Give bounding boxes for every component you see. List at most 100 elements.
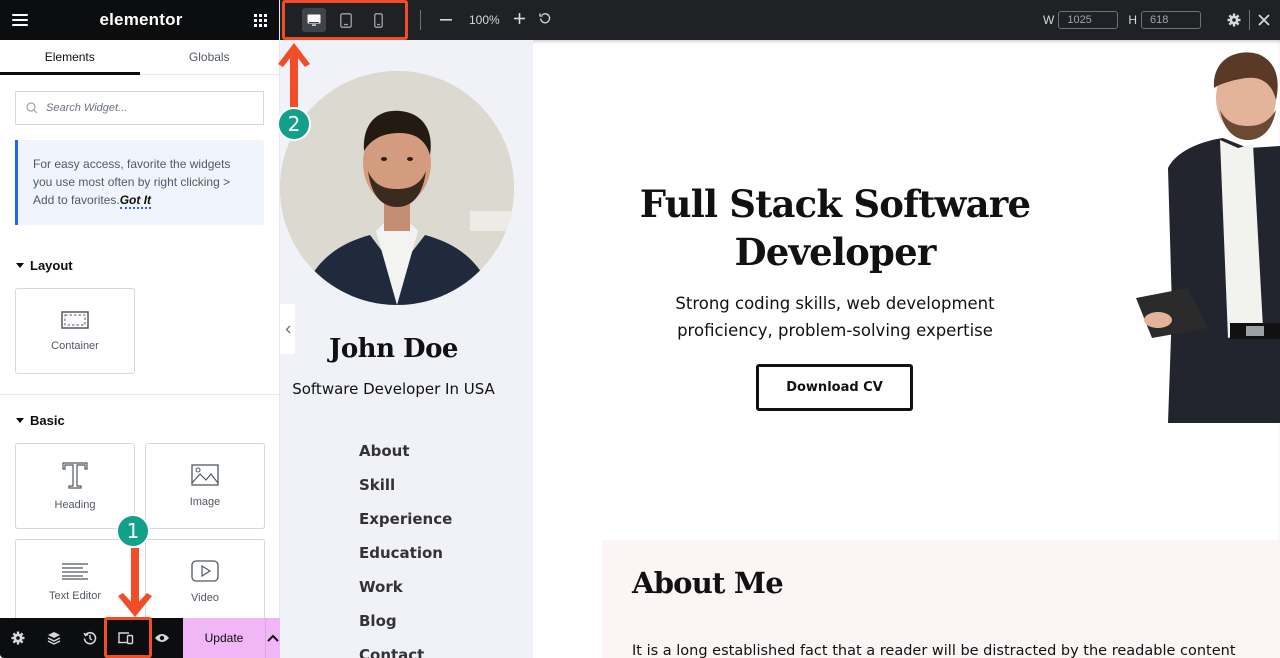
panel-header: elementor — [0, 0, 279, 40]
caret-down-icon — [16, 418, 24, 423]
about-section: About Me It is a long established fact t… — [602, 540, 1280, 658]
panel-tabs: Elements Globals — [0, 40, 279, 75]
height-input[interactable] — [1141, 11, 1201, 29]
about-title: About Me — [632, 566, 784, 600]
apps-grid-icon[interactable] — [254, 13, 267, 27]
layout-section-toggle[interactable]: Layout — [0, 258, 279, 273]
layout-widgets: Container — [0, 288, 279, 374]
device-switcher — [302, 8, 390, 32]
breakpoint-settings-button[interactable] — [1227, 13, 1241, 27]
hero-title: Full Stack Software Developer — [639, 182, 1031, 274]
zoom-level: 100% — [469, 13, 500, 27]
about-text: It is a long established fact that a rea… — [632, 643, 1236, 658]
widget-text-editor[interactable]: Text Editor — [15, 539, 135, 625]
hero-person-image — [1136, 52, 1280, 423]
height-label: H — [1128, 13, 1137, 27]
mobile-icon — [373, 12, 383, 28]
tablet-icon — [340, 12, 352, 28]
video-icon — [191, 560, 219, 582]
widget-container[interactable]: Container — [15, 288, 135, 374]
responsive-toolbar: 100% W H — [280, 0, 1280, 40]
nav-item-skill[interactable]: Skill — [359, 474, 452, 508]
nav-item-work[interactable]: Work — [359, 576, 452, 610]
tab-globals[interactable]: Globals — [140, 40, 280, 74]
widget-video[interactable]: Video — [145, 539, 265, 625]
collapse-panel-button[interactable] — [280, 304, 295, 354]
basic-section-toggle[interactable]: Basic — [0, 395, 279, 428]
hero-subtitle: Strong coding skills, web development pr… — [675, 294, 995, 340]
widget-label: Image — [189, 496, 221, 508]
widget-heading[interactable]: Heading — [15, 443, 135, 529]
elementor-editor: elementor Elements Globals For easy acce… — [0, 0, 1280, 658]
width-label: W — [1043, 13, 1055, 27]
gear-icon — [1227, 13, 1241, 27]
search-icon — [26, 102, 38, 114]
zoom-in-button[interactable] — [513, 11, 525, 29]
nav-item-about[interactable]: About — [359, 440, 452, 474]
reset-icon — [539, 13, 550, 24]
profile-sidebar: John Doe Software Developer In USA About… — [280, 40, 533, 658]
person-portrait-image — [280, 71, 514, 305]
nav-item-experience[interactable]: Experience — [359, 508, 452, 542]
close-responsive-button[interactable] — [1258, 14, 1270, 26]
widget-label: Video — [191, 592, 219, 604]
profile-role: Software Developer In USA — [292, 380, 495, 398]
site-nav: About Skill Experience Education Work Bl… — [359, 440, 452, 658]
settings-button[interactable] — [0, 618, 36, 658]
widget-label: Heading — [54, 499, 96, 511]
search-widget-input[interactable] — [46, 102, 253, 114]
desktop-icon — [307, 14, 321, 26]
zoom-reset-button[interactable] — [539, 11, 551, 29]
preview-icon — [155, 634, 169, 642]
widget-label: Container — [51, 340, 99, 352]
device-tablet-button[interactable] — [334, 8, 358, 32]
device-mobile-button[interactable] — [366, 8, 390, 32]
basic-section-title: Basic — [30, 413, 65, 428]
search-widget-field — [15, 91, 264, 125]
caret-down-icon — [16, 263, 24, 268]
favorites-notice: For easy access, favorite the widgets yo… — [15, 140, 264, 225]
panel-footer: Update — [0, 618, 280, 658]
settings-icon — [11, 631, 25, 645]
save-options-button[interactable] — [266, 618, 280, 658]
chevron-up-icon — [267, 634, 279, 642]
preview-button[interactable] — [144, 618, 180, 658]
chevron-left-icon — [285, 325, 290, 333]
navigator-button[interactable] — [36, 618, 72, 658]
download-cv-button[interactable]: Download CV — [756, 364, 913, 411]
annotation-badge-2: 2 — [277, 107, 311, 141]
toolbar-divider — [1249, 10, 1250, 30]
image-icon — [191, 464, 219, 486]
text-editor-icon — [62, 563, 88, 580]
got-it-link[interactable]: Got It — [119, 193, 152, 209]
close-icon — [1258, 14, 1270, 26]
container-icon — [61, 311, 89, 329]
nav-item-blog[interactable]: Blog — [359, 610, 452, 644]
nav-item-education[interactable]: Education — [359, 542, 452, 576]
width-input[interactable] — [1058, 11, 1119, 29]
nav-item-contact[interactable]: Contact — [359, 644, 452, 658]
widget-panel: elementor Elements Globals For easy acce… — [0, 0, 280, 658]
history-icon — [83, 631, 97, 645]
toolbar-divider — [420, 10, 421, 30]
plus-icon — [513, 13, 525, 24]
tab-elements[interactable]: Elements — [0, 40, 140, 75]
menu-icon[interactable] — [12, 14, 28, 26]
layers-icon — [47, 632, 61, 645]
heading-icon — [62, 462, 88, 489]
profile-photo — [280, 71, 514, 305]
elementor-logo: elementor — [99, 10, 183, 29]
page-preview-canvas: John Doe Software Developer In USA About… — [280, 40, 1280, 658]
widget-image[interactable]: Image — [145, 443, 265, 529]
minus-icon — [440, 19, 452, 21]
zoom-out-button[interactable] — [439, 13, 453, 27]
profile-name: John Doe — [329, 334, 458, 364]
responsive-mode-icon — [118, 632, 134, 645]
viewport-dimensions: W H — [1043, 11, 1207, 29]
device-desktop-button[interactable] — [302, 8, 326, 32]
layout-section-title: Layout — [30, 258, 73, 273]
update-button[interactable]: Update — [183, 618, 266, 658]
responsive-mode-button[interactable] — [108, 618, 144, 658]
annotation-badge-1: 1 — [116, 514, 150, 548]
history-button[interactable] — [72, 618, 108, 658]
